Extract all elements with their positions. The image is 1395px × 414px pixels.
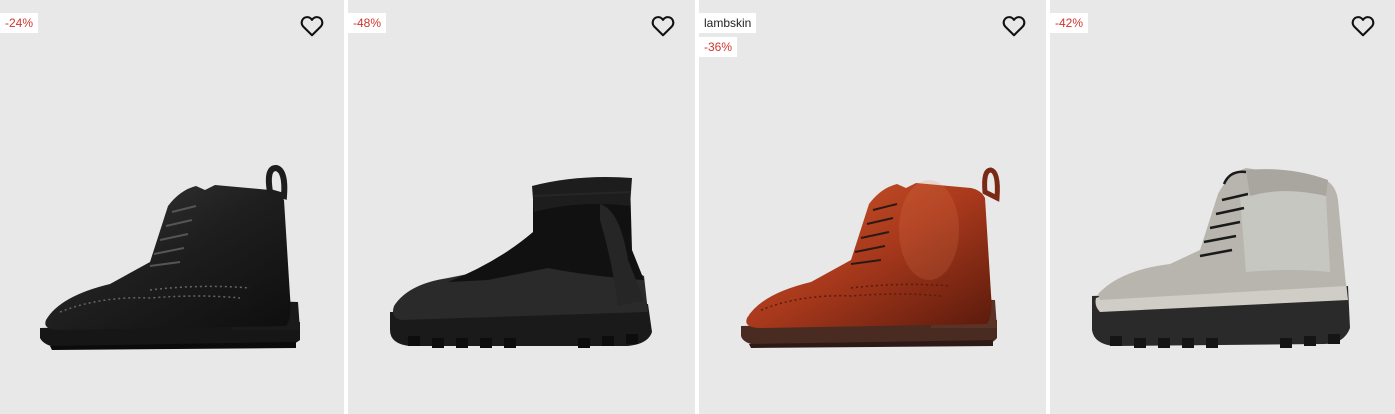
wishlist-button[interactable] [299, 13, 325, 39]
product-image-black-brogue-boot[interactable] [0, 0, 344, 414]
product-grid: -24% -48% lambskin -36% -42% [0, 0, 1395, 414]
wishlist-button[interactable] [650, 13, 676, 39]
badge-group: -48% [348, 13, 387, 33]
discount-badge: -48% [348, 13, 387, 33]
badge-group: -24% [0, 13, 39, 33]
badge-group: -42% [1050, 13, 1089, 33]
product-card[interactable]: -24% [0, 0, 344, 414]
heart-outline-icon [651, 16, 675, 37]
product-image-black-sock-boot[interactable] [348, 0, 695, 414]
discount-badge: -36% [699, 37, 738, 57]
discount-badge: -24% [0, 13, 39, 33]
product-card[interactable]: -48% [348, 0, 695, 414]
product-card[interactable]: lambskin -36% [699, 0, 1046, 414]
badge-group: lambskin -36% [699, 13, 757, 57]
heart-outline-icon [1351, 16, 1375, 37]
product-card[interactable]: -42% [1050, 0, 1395, 414]
heart-outline-icon [1002, 16, 1026, 37]
material-badge: lambskin [699, 13, 757, 33]
product-image-cognac-brogue-boot[interactable] [699, 0, 1046, 414]
heart-outline-icon [300, 16, 324, 37]
wishlist-button[interactable] [1001, 13, 1027, 39]
product-image-grey-hiking-boot[interactable] [1050, 0, 1395, 414]
discount-badge: -42% [1050, 13, 1089, 33]
wishlist-button[interactable] [1350, 13, 1376, 39]
